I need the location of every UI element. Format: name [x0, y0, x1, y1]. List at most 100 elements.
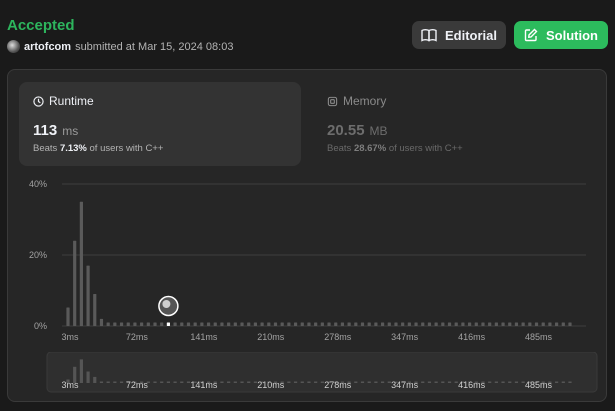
chart-bar [481, 322, 485, 326]
runtime-card[interactable]: Runtime 113 ms Beats 7.13% of users with… [19, 82, 301, 166]
chart-bar [287, 322, 291, 326]
submission-status: Accepted [7, 17, 75, 34]
navigator-bar [555, 381, 559, 383]
chart-bar [173, 322, 177, 326]
navigator-bar [314, 381, 318, 383]
navigator-bar [354, 381, 358, 383]
navigator-bar [233, 381, 237, 383]
navigator-bar [307, 381, 311, 383]
navigator-bar [374, 381, 378, 383]
chart-bar [555, 322, 559, 326]
x-tick-label: 210ms [257, 332, 285, 342]
navigator-bar [421, 381, 425, 383]
navigator-bar [501, 381, 505, 383]
submission-meta: artofcom submitted at Mar 15, 2024 08:03 [7, 40, 233, 53]
navigator-bar [427, 381, 432, 383]
chart-bar [347, 322, 351, 326]
user-avatar[interactable] [7, 40, 20, 53]
chart-bar [508, 322, 512, 326]
navigator-bar [173, 381, 177, 383]
navigator-bar [93, 376, 97, 383]
chart-bar [434, 322, 438, 326]
chart-bar [427, 322, 432, 326]
chart-bar [521, 322, 525, 326]
chart-bar [488, 322, 492, 326]
chart-bar [414, 322, 418, 326]
navigator-bar [380, 381, 385, 383]
chart-bar [99, 318, 104, 326]
chart-bar [180, 322, 184, 326]
chart-bar [548, 322, 552, 326]
editorial-button[interactable]: Editorial [412, 21, 506, 49]
navigator-bar [119, 381, 124, 383]
chart-bar [233, 322, 237, 326]
runtime-beats: Beats 7.13% of users with C++ [33, 143, 287, 154]
x-tick-label: 278ms [324, 332, 352, 342]
solution-button[interactable]: Solution [514, 21, 608, 49]
memory-label: Memory [343, 94, 387, 108]
navigator-bar [99, 381, 104, 383]
chart-bar [240, 322, 244, 326]
chart-bar [106, 322, 110, 326]
navigator-tick-label: 72ms [126, 380, 149, 390]
chart-bar [140, 322, 144, 326]
memory-card[interactable]: Memory 20.55 MB Beats 28.67% of users wi… [313, 82, 595, 166]
chart-bar [561, 322, 565, 326]
navigator-bar [360, 381, 365, 383]
chart-bar [153, 322, 157, 326]
chart-bar [528, 322, 532, 326]
navigator-bar [447, 381, 452, 383]
memory-header: Memory [327, 94, 581, 108]
chart-bar [394, 322, 398, 326]
memory-unit: MB [369, 124, 388, 138]
chart-bar [380, 322, 385, 326]
runtime-distribution-chart[interactable]: 40% 20% 0% 3ms 72ms 141ms 210ms 278ms 347ms 416ms… [0, 170, 615, 346]
navigator-tick-label: 347ms [391, 380, 419, 390]
chart-bar [467, 322, 472, 326]
chart-bar [166, 322, 170, 326]
memory-value: 20.55 [327, 122, 365, 139]
runtime-unit: ms [62, 124, 79, 138]
chart-bar [79, 201, 83, 326]
navigator-bar [79, 359, 83, 383]
navigator-bar [441, 381, 445, 383]
navigator-bar [166, 381, 170, 383]
chart-bar [280, 322, 284, 326]
chart-bar [454, 322, 458, 326]
chart-bar [193, 322, 197, 326]
navigator-tick-label: 416ms [458, 380, 486, 390]
chart-bar [73, 240, 77, 326]
chart-bar [186, 322, 191, 326]
chart-bar [293, 322, 298, 326]
chart-bar [93, 294, 97, 326]
navigator-tick-label: 3ms [61, 380, 79, 390]
navigator-bar [106, 381, 110, 383]
chip-icon [327, 96, 338, 106]
navigator-bar [293, 381, 298, 383]
memory-beats-prefix: Beats [327, 143, 352, 154]
chart-bar [387, 322, 391, 326]
navigator-bar [488, 381, 492, 383]
memory-metric: 20.55 MB [327, 122, 581, 139]
navigator-bar [86, 371, 90, 383]
navigator-bar [180, 381, 184, 383]
chart-bar [407, 322, 411, 326]
navigator-bar [568, 381, 572, 383]
chart-bar [119, 322, 124, 326]
navigator-bar [153, 381, 157, 383]
navigator-tick-label: 485ms [525, 380, 553, 390]
chart-bar [314, 322, 318, 326]
chart-bar [501, 322, 505, 326]
y-tick-label: 40% [29, 179, 47, 189]
chart-bar [534, 322, 539, 326]
username-link[interactable]: artofcom [24, 41, 71, 53]
x-tick-label: 72ms [126, 332, 149, 342]
chart-bar [86, 265, 90, 326]
clock-icon [33, 95, 44, 107]
chart-range-navigator[interactable]: 3ms 72ms 141ms 210ms 278ms 347ms 416ms 485ms [0, 352, 615, 394]
runtime-beats-prefix: Beats [33, 143, 58, 154]
navigator-bar [300, 381, 304, 383]
x-tick-label: 347ms [391, 332, 419, 342]
chart-bar [320, 322, 324, 326]
navigator-bar [220, 381, 224, 383]
